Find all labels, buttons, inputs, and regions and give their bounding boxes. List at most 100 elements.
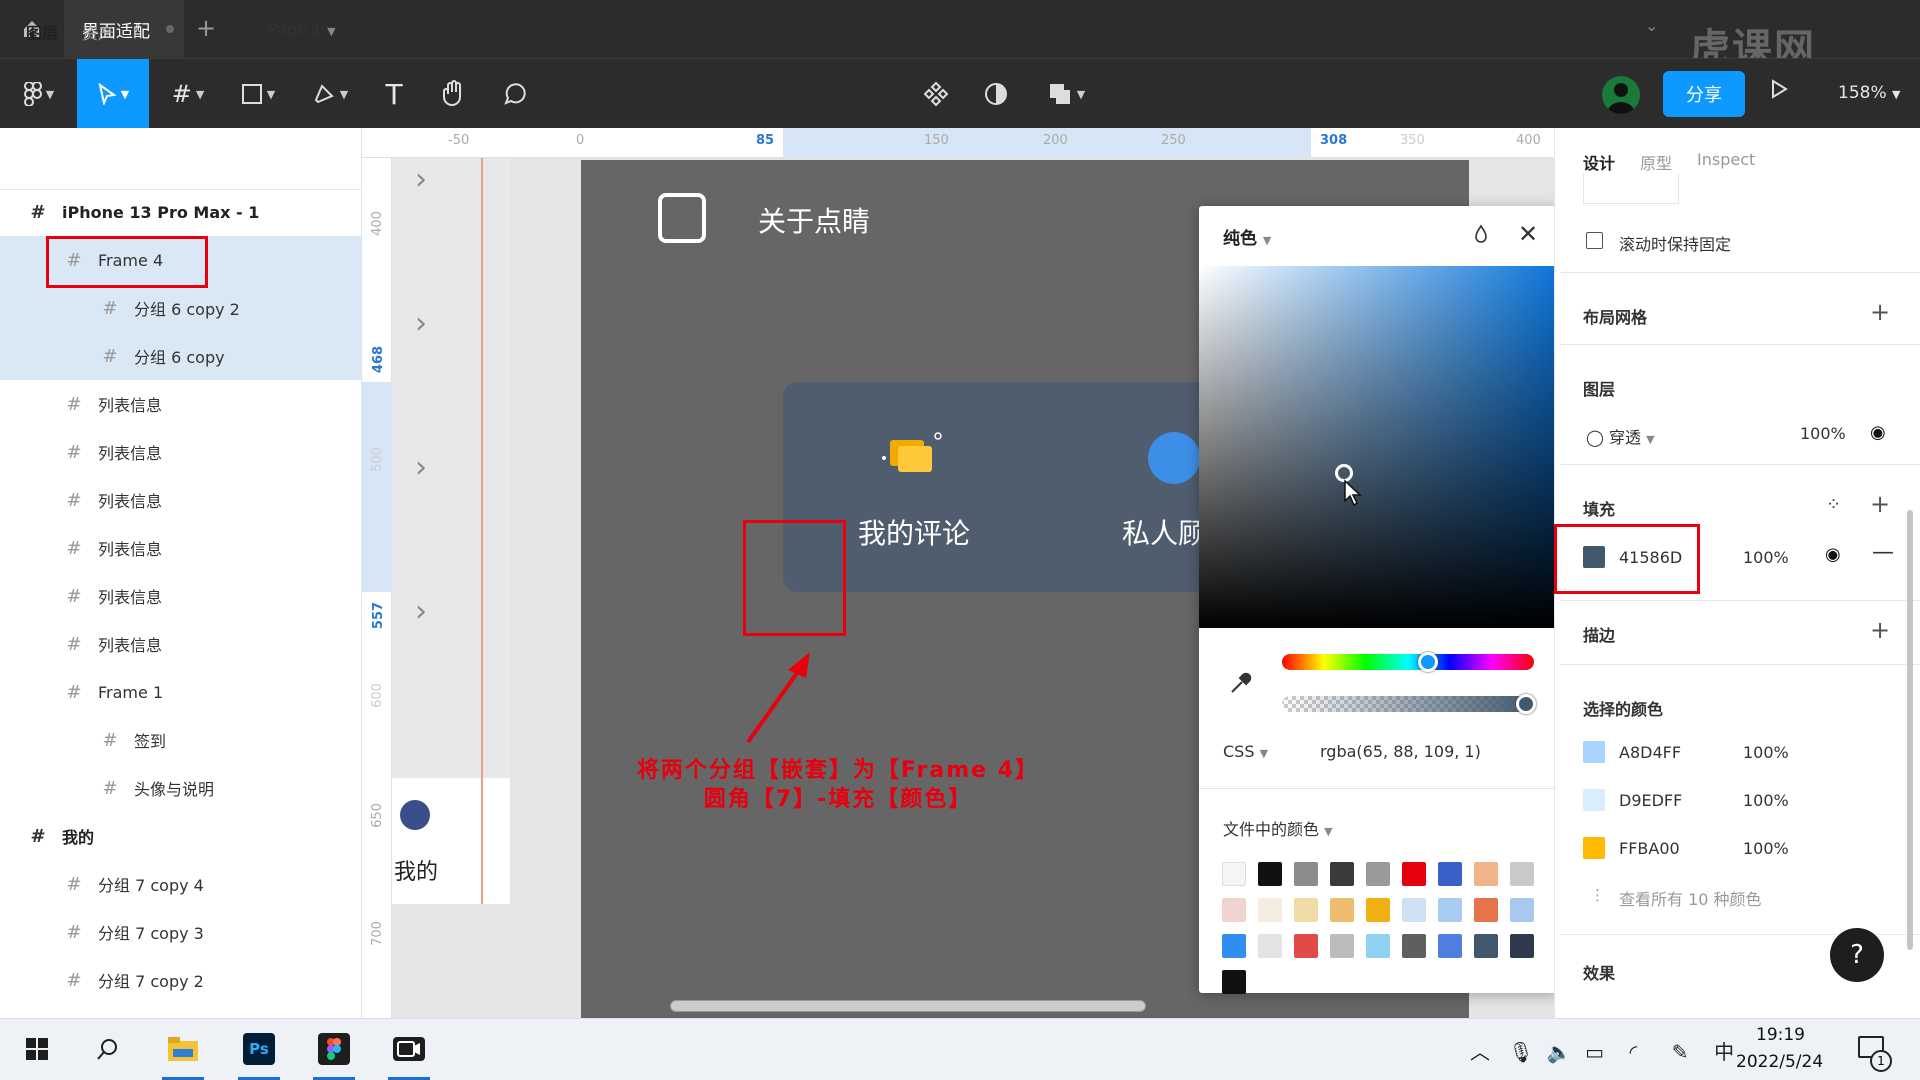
color-swatch[interactable] [1330, 862, 1354, 886]
color-swatch[interactable] [1583, 837, 1605, 859]
main-menu-button[interactable]: ▼ [16, 59, 62, 129]
canvas-scrollbar[interactable] [670, 1000, 1146, 1012]
selected-color-row[interactable]: D9EDFF 100% [1583, 785, 1903, 815]
color-swatch[interactable] [1366, 898, 1390, 922]
color-swatch[interactable] [1366, 862, 1390, 886]
chevron-down-icon[interactable]: ⌄ [1645, 16, 1658, 35]
eyedropper-icon[interactable] [1228, 672, 1252, 702]
checkbox[interactable] [1586, 232, 1603, 249]
shape-tool[interactable]: ▼ [232, 59, 284, 129]
color-opacity[interactable]: 100% [1743, 839, 1789, 858]
new-tab-button[interactable]: + [196, 14, 216, 42]
photoshop-icon[interactable]: Ps [230, 1018, 288, 1080]
color-swatch[interactable] [1438, 898, 1462, 922]
clock-date[interactable]: 2022/5/24 [1736, 1052, 1823, 1072]
color-swatch[interactable] [1294, 934, 1318, 958]
color-swatch[interactable] [1402, 898, 1426, 922]
mask-tool[interactable] [978, 59, 1014, 129]
opacity-slider-handle[interactable] [1516, 694, 1536, 714]
color-hex[interactable]: D9EDFF [1619, 791, 1729, 810]
layer-item[interactable]: # 分组 7 copy 4 [0, 860, 362, 908]
pen-icon[interactable]: ✎ [1672, 1040, 1708, 1064]
color-swatch[interactable] [1366, 934, 1390, 958]
hand-tool[interactable] [436, 59, 472, 129]
microphone-icon[interactable]: 🎙 [1508, 1040, 1540, 1064]
layer-item[interactable]: # 分组 6 copy 2 [0, 284, 362, 332]
add-icon[interactable]: + [1870, 298, 1890, 326]
pen-tool[interactable]: ▼ [304, 59, 356, 129]
clock-time[interactable]: 19:19 [1756, 1025, 1805, 1045]
page-selector[interactable]: Page 1 ▼ [268, 20, 336, 39]
color-swatch[interactable] [1474, 934, 1498, 958]
color-swatch[interactable] [1222, 934, 1246, 958]
opacity-slider[interactable] [1282, 696, 1534, 712]
volume-icon[interactable]: 🔈 [1547, 1040, 1579, 1064]
color-swatch[interactable] [1294, 862, 1318, 886]
layer-item[interactable]: # 分组 7 copy 2 [0, 956, 362, 1004]
tab-inspect[interactable]: Inspect [1697, 150, 1755, 169]
color-swatch[interactable] [1510, 862, 1534, 886]
color-swatch[interactable] [1510, 898, 1534, 922]
layer-item[interactable]: # 列表信息 [0, 476, 362, 524]
figma-app-icon[interactable] [305, 1018, 363, 1080]
battery-icon[interactable]: ▭ [1585, 1040, 1623, 1064]
see-all-colors-link[interactable]: 查看所有 10 种颜色 [1619, 886, 1762, 910]
tab-prototype[interactable]: 原型 [1640, 150, 1672, 174]
tab-assets[interactable]: 资产 [82, 20, 114, 44]
panel-scrollbar[interactable] [1907, 510, 1913, 950]
remove-icon[interactable]: — [1872, 540, 1894, 565]
fill-opacity[interactable]: 100% [1743, 548, 1789, 567]
fill-type-dropdown[interactable]: 纯色 ▼ [1223, 224, 1271, 249]
layer-item[interactable]: # 分组 6 copy [0, 332, 362, 380]
present-play-icon[interactable] [1770, 79, 1788, 105]
color-swatch[interactable] [1330, 934, 1354, 958]
color-swatch[interactable] [1222, 898, 1246, 922]
tab-layers[interactable]: 图层 [26, 20, 58, 44]
chevron-up-icon[interactable]: ︿ [1470, 1036, 1502, 1065]
close-icon[interactable]: ✕ [1518, 220, 1538, 248]
color-swatch[interactable] [1438, 862, 1462, 886]
windows-start-icon[interactable] [8, 1018, 66, 1080]
hue-slider[interactable] [1282, 654, 1534, 670]
move-tool[interactable]: ▼ [77, 59, 149, 129]
selected-color-row[interactable]: A8D4FF 100% [1583, 737, 1903, 767]
layer-item[interactable]: # 列表信息 [0, 572, 362, 620]
color-swatch[interactable] [1510, 934, 1534, 958]
color-swatch[interactable] [1474, 862, 1498, 886]
layer-opacity[interactable]: 100% [1800, 424, 1846, 443]
component-tool[interactable] [918, 59, 954, 129]
layer-item[interactable]: # 列表信息 [0, 620, 362, 668]
avatar[interactable] [1602, 76, 1640, 114]
style-grid-icon[interactable]: ⁘ [1826, 494, 1841, 515]
color-swatch[interactable] [1474, 898, 1498, 922]
selected-color-row[interactable]: FFBA00 100% [1583, 833, 1903, 863]
add-icon[interactable]: + [1870, 490, 1890, 518]
layer-item[interactable]: # 分组 7 copy 3 [0, 908, 362, 956]
color-swatch[interactable] [1402, 934, 1426, 958]
search-icon[interactable] [78, 1018, 136, 1080]
document-colors-dropdown[interactable]: 文件中的颜色 ▼ [1223, 816, 1333, 840]
blend-drop-icon[interactable] [1472, 224, 1490, 249]
color-swatch[interactable] [1258, 934, 1282, 958]
color-swatch[interactable] [1583, 789, 1605, 811]
color-opacity[interactable]: 100% [1743, 743, 1789, 762]
layer-item[interactable]: # Frame 1 [0, 668, 362, 716]
color-hex[interactable]: A8D4FF [1619, 743, 1729, 762]
share-button[interactable]: 分享 [1663, 71, 1745, 117]
color-format-dropdown[interactable]: CSS ▼ [1223, 742, 1268, 761]
help-button[interactable]: ? [1830, 928, 1884, 982]
constraint-widget[interactable] [1583, 174, 1679, 204]
color-swatch[interactable] [1222, 970, 1246, 994]
zoom-dropdown[interactable]: 158% ▼ [1838, 83, 1900, 103]
tab-close-dot[interactable] [166, 25, 174, 33]
color-swatch[interactable] [1330, 898, 1354, 922]
color-swatch[interactable] [1294, 898, 1318, 922]
layer-item[interactable]: # iPhone 13 Pro Max - 1 [0, 188, 362, 236]
layer-item[interactable]: # 列表信息 [0, 524, 362, 572]
layer-item[interactable]: # 头像与说明 [0, 764, 362, 812]
file-explorer-icon[interactable] [154, 1018, 212, 1080]
color-swatch[interactable] [1258, 862, 1282, 886]
frame-tool[interactable]: # ▼ [162, 59, 214, 129]
layer-item[interactable]: # 列表信息 [0, 428, 362, 476]
color-swatch[interactable] [1402, 862, 1426, 886]
